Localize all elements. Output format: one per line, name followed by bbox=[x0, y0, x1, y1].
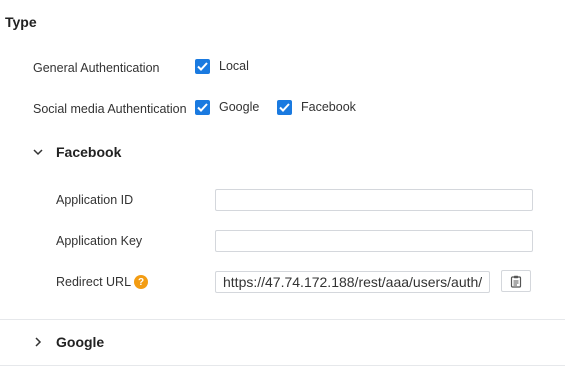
chevron-right-icon bbox=[35, 337, 42, 347]
local-checkbox[interactable] bbox=[195, 59, 210, 74]
section-title: Type bbox=[5, 14, 37, 30]
clipboard-icon bbox=[510, 275, 522, 288]
chevron-down-icon bbox=[33, 149, 43, 156]
application-key-input[interactable] bbox=[215, 230, 533, 252]
facebook-panel-title: Facebook bbox=[56, 144, 122, 160]
google-panel-title: Google bbox=[56, 334, 105, 350]
redirect-url-input[interactable] bbox=[215, 271, 490, 293]
application-id-input[interactable] bbox=[215, 189, 533, 211]
facebook-option-label: Facebook bbox=[301, 100, 356, 114]
panel-divider-bottom bbox=[0, 365, 565, 366]
panel-divider bbox=[0, 319, 565, 320]
redirect-url-label: Redirect URL bbox=[56, 275, 132, 289]
application-id-label: Application ID bbox=[56, 193, 134, 207]
checkmark-icon bbox=[197, 103, 208, 112]
facebook-checkbox[interactable] bbox=[277, 100, 292, 115]
facebook-panel-header[interactable]: Facebook bbox=[32, 144, 121, 160]
general-authentication-label: General Authentication bbox=[33, 61, 160, 75]
checkmark-icon bbox=[279, 103, 290, 112]
question-mark-icon[interactable]: ? bbox=[134, 275, 148, 289]
social-authentication-label: Social media Authentication bbox=[33, 102, 187, 116]
google-checkbox[interactable] bbox=[195, 100, 210, 115]
application-key-label: Application Key bbox=[56, 234, 143, 248]
copy-url-button[interactable] bbox=[501, 270, 531, 292]
google-option-label: Google bbox=[219, 100, 260, 114]
local-option-label: Local bbox=[219, 59, 249, 73]
checkmark-icon bbox=[197, 62, 208, 71]
google-panel-header[interactable]: Google bbox=[32, 334, 104, 350]
